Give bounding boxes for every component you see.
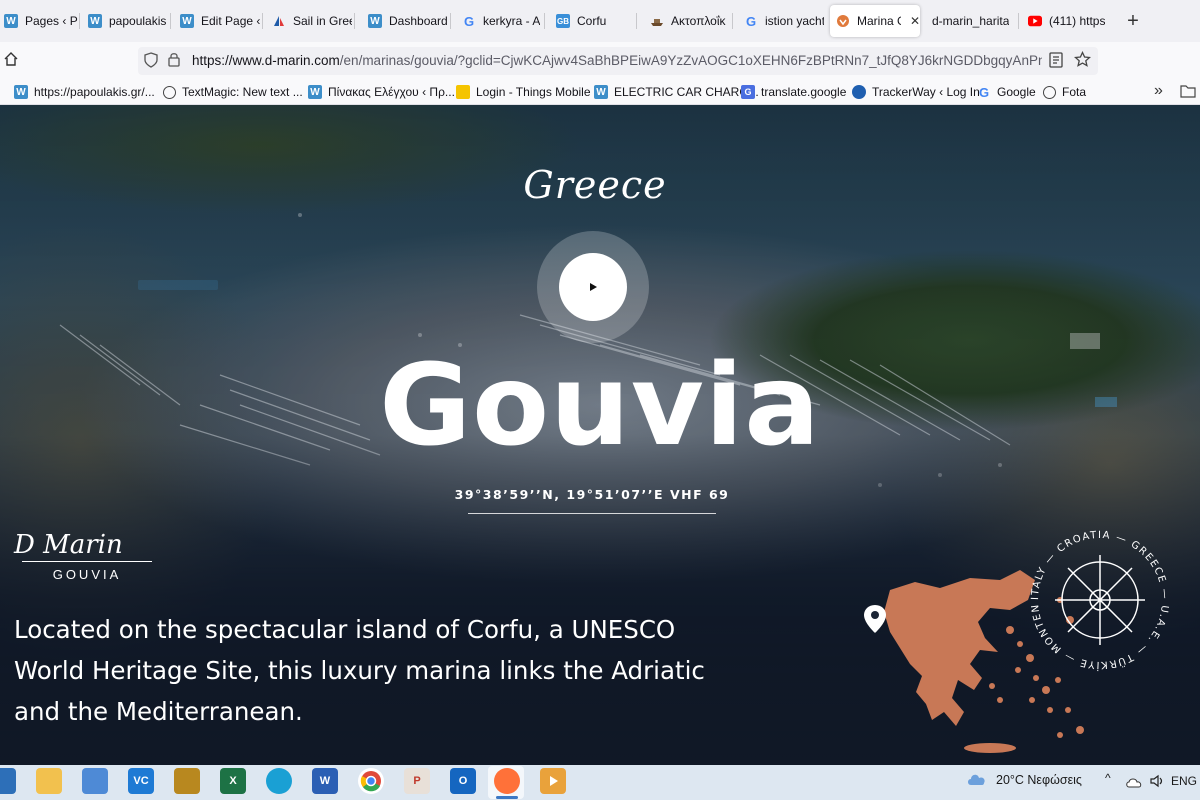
coordinates: 39°38’59’’N, 19°51’07’’E VHF 69 — [454, 487, 730, 502]
active-indicator — [496, 796, 518, 799]
tab-pages[interactable]: W Pages ‹ Pap — [0, 5, 78, 37]
wordpress-icon: W — [88, 14, 102, 28]
tab-edit-page[interactable]: W Edit Page ‹ — [174, 5, 260, 37]
new-tab-icon[interactable]: + — [1120, 8, 1146, 34]
tab-istion-yachting[interactable]: G istion yacht — [738, 5, 824, 37]
paint-icon[interactable] — [82, 768, 108, 794]
language-indicator[interactable]: ENG — [1171, 774, 1197, 788]
bookmark-star-icon[interactable] — [1073, 50, 1092, 73]
tab-separator — [170, 13, 171, 29]
tab-sail-in-greece[interactable]: Sail in Gree — [266, 5, 352, 37]
tab-kerkyra[interactable]: G kerkyra - A — [456, 5, 542, 37]
tab-separator — [450, 13, 451, 29]
photo-app-icon[interactable] — [174, 768, 200, 794]
lock-icon[interactable] — [168, 52, 180, 72]
folder-icon[interactable] — [1180, 84, 1196, 103]
tab-marina-gouvia[interactable]: Marina G ✕ — [830, 5, 920, 37]
bookmark-papoulakis[interactable]: W https://papoulakis.gr/... — [14, 83, 155, 101]
tab-separator — [732, 13, 733, 29]
file-explorer-icon[interactable] — [36, 768, 62, 794]
app-icon[interactable]: P — [404, 768, 430, 794]
cloud-icon[interactable] — [966, 771, 988, 792]
reader-view-icon[interactable] — [1049, 52, 1063, 73]
start-icon[interactable] — [0, 768, 16, 794]
globe-icon — [852, 85, 866, 99]
youtube-icon — [1028, 14, 1042, 28]
logo-divider — [22, 561, 152, 562]
tab-aktoploikes[interactable]: Ακτοπλοΐκ — [644, 5, 730, 37]
globe-icon — [163, 85, 176, 99]
outlook-icon[interactable]: O — [450, 768, 476, 794]
vs-code-icon[interactable]: VC — [128, 768, 154, 794]
wordpress-icon: W — [368, 14, 382, 28]
tab-dashboard[interactable]: W Dashboard — [362, 5, 448, 37]
home-icon[interactable] — [3, 51, 19, 72]
sail-icon — [272, 14, 286, 28]
tab-separator — [544, 13, 545, 29]
tab-d-marin-harita[interactable]: d-marin_harita — [926, 5, 1016, 37]
tab-separator — [1018, 13, 1019, 29]
things-icon — [456, 85, 470, 99]
tab-separator — [354, 13, 355, 29]
translate-icon: G — [741, 85, 755, 99]
d-marin-logo-script[interactable]: D Marin — [14, 530, 164, 560]
onedrive-icon[interactable] — [1125, 775, 1143, 793]
speaker-icon[interactable] — [1149, 774, 1165, 793]
tab-separator — [79, 13, 80, 29]
ship-icon — [650, 14, 664, 28]
chrome-icon[interactable] — [358, 768, 384, 794]
play-video-button[interactable] — [559, 253, 627, 321]
edge-icon[interactable] — [266, 768, 292, 794]
country-script: Greece — [523, 163, 667, 207]
weather-text[interactable]: 20°C Νεφώσεις — [996, 773, 1082, 787]
marina-description: Located on the spectacular island of Cor… — [14, 615, 705, 726]
tab-corfu[interactable]: GB Corfu — [550, 5, 634, 37]
wordpress-icon: W — [308, 85, 322, 99]
dmarin-icon — [836, 14, 850, 28]
tab-separator — [262, 13, 263, 29]
globe-icon — [1043, 85, 1056, 99]
wordpress-icon: W — [594, 85, 608, 99]
bookmark-things-mobile[interactable]: Login - Things Mobile — [456, 83, 591, 101]
firefox-icon[interactable] — [494, 768, 520, 794]
logo-subtitle: GOUVIA — [52, 567, 122, 582]
coordinates-underline — [468, 513, 716, 514]
ship-wheel-emblem: ITALY — CROATIA — GREECE — U.A.E. — TÜRK… — [1025, 525, 1169, 672]
word-icon[interactable]: W — [312, 768, 338, 794]
google-icon: G — [978, 84, 990, 100]
chevron-more-icon[interactable]: » — [1154, 82, 1163, 100]
tab-separator — [636, 13, 637, 29]
shield-icon[interactable] — [144, 52, 158, 73]
chevron-up-icon[interactable]: ^ — [1105, 771, 1111, 785]
bookmark-translate[interactable]: G translate.google — [741, 83, 846, 101]
tab-papoulakis[interactable]: W papoulakis — [82, 5, 168, 37]
wordpress-icon: W — [4, 14, 18, 28]
excel-icon[interactable]: X — [220, 768, 246, 794]
bookmark-trackerway[interactable]: TrackerWay ‹ Log In — [852, 83, 980, 101]
location-pin-icon — [864, 605, 886, 633]
close-tab-icon[interactable]: ✕ — [910, 14, 920, 28]
wordpress-icon: W — [14, 85, 28, 99]
wordpress-icon: W — [180, 14, 194, 28]
bookmark-google[interactable]: G Google — [977, 83, 1036, 101]
media-player-icon[interactable] — [540, 768, 566, 794]
google-icon: G — [745, 13, 757, 29]
gb-icon: GB — [556, 14, 570, 28]
bookmark-electric-car[interactable]: W ELECTRIC CAR CHARG... — [594, 83, 759, 101]
tab-youtube[interactable]: (411) https — [1022, 5, 1112, 37]
google-icon: G — [463, 13, 475, 29]
url-text[interactable]: https://www.d-marin.com/en/marinas/gouvi… — [192, 53, 1042, 68]
bookmark-fota[interactable]: Fota — [1043, 83, 1086, 101]
page-title: Gouvia — [379, 341, 821, 471]
play-icon — [590, 283, 597, 291]
bookmark-pinakas-elegxou[interactable]: W Πίνακας Ελέγχου ‹ Πρ... — [308, 83, 455, 101]
bookmark-textmagic[interactable]: TextMagic: New text ... — [163, 83, 303, 101]
